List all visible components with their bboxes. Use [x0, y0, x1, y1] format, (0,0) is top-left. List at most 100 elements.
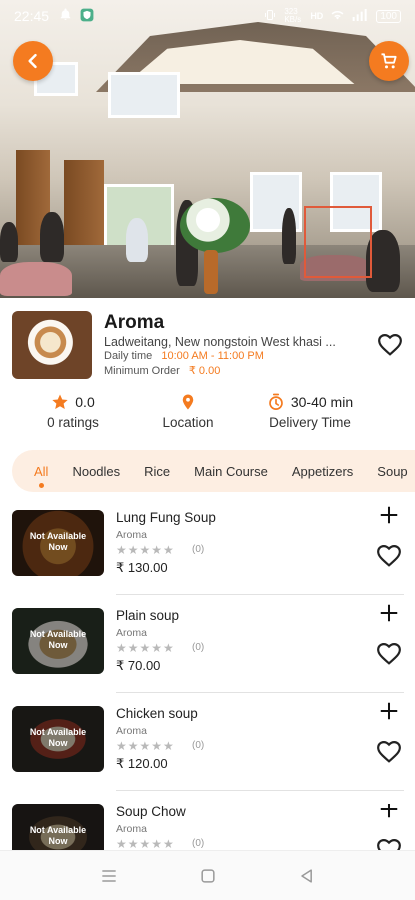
location-pin-icon — [182, 394, 194, 410]
chevron-left-icon — [28, 53, 37, 69]
rating-count: (0) — [192, 544, 205, 555]
person — [282, 208, 296, 264]
menu-item-restaurant: Aroma — [116, 627, 147, 639]
cart-icon — [381, 53, 397, 69]
vase — [204, 250, 218, 294]
location-label: Location — [162, 415, 214, 430]
menu-item-price: ₹ 130.00 — [116, 560, 168, 575]
highlight-box — [304, 206, 372, 278]
rating-count: (0) — [192, 838, 205, 849]
flower-bouquet — [180, 198, 250, 253]
menu-item-name: Lung Fung Soup — [116, 510, 216, 525]
delivery-time-label: Delivery Time — [269, 415, 351, 430]
tab-rice[interactable]: Rice — [144, 464, 170, 479]
menu-icon[interactable] — [99, 866, 119, 886]
menu-item-name: Chicken soup — [116, 706, 198, 721]
notification-bell-icon — [59, 8, 72, 24]
menu-item-image: Not Available Now — [12, 706, 104, 772]
tab-label: Noodles — [72, 463, 121, 479]
menu-item-restaurant: Aroma — [116, 725, 147, 737]
add-to-cart-plus-icon[interactable] — [378, 700, 400, 722]
not-available-label: Not Available Now — [29, 531, 87, 552]
tab-label: Soup — [377, 463, 408, 479]
menu-item[interactable]: Not Available Now Plain soup Aroma ★★★★★ … — [0, 604, 415, 706]
cart-button[interactable] — [369, 41, 409, 81]
not-available-label: Not Available Now — [29, 825, 87, 846]
network-speed: 323 KB/s — [284, 7, 302, 24]
min-order-value: ₹ 0.00 — [188, 365, 221, 377]
delivery-time-value: 30-40 min — [290, 394, 354, 410]
not-available-label: Not Available Now — [29, 727, 87, 748]
menu-item-price: ₹ 70.00 — [116, 658, 161, 673]
daily-time-value: 10:00 AM - 11:00 PM — [161, 350, 264, 362]
tab-noodles[interactable]: Noodles — [72, 464, 120, 479]
delivery-stat: 30-40 min Delivery Time — [262, 392, 358, 430]
tab-main-course[interactable]: Main Course — [194, 464, 268, 479]
table — [0, 262, 72, 296]
min-order-label: Minimum Order — [104, 365, 180, 377]
restaurant-name: Aroma — [104, 312, 165, 333]
tab-label: All — [34, 463, 49, 479]
rating-stars: ★★★★★ — [116, 837, 175, 850]
tab-all[interactable]: All — [34, 463, 49, 488]
menu-item[interactable]: Not Available Now Soup Chow Aroma ★★★★★ (… — [0, 804, 415, 850]
favorite-heart-icon[interactable] — [376, 641, 402, 665]
min-order-row: Minimum Order ₹ 0.00 — [104, 364, 220, 377]
active-tab-indicator — [38, 482, 44, 488]
restaurant-address: Ladweitang, New nongstoin West khasi ... — [104, 335, 336, 349]
status-right-group: 323 KB/s HD 100 — [264, 8, 401, 24]
tab-label: Rice — [144, 463, 171, 479]
favorite-heart-icon[interactable] — [376, 739, 402, 763]
rating-stat: 0.0 0 ratings — [38, 392, 108, 430]
menu-item-restaurant: Aroma — [116, 823, 147, 835]
person — [40, 212, 64, 262]
window — [108, 72, 180, 118]
favorite-restaurant-heart-icon[interactable] — [377, 332, 403, 356]
rating-value: 0.0 — [75, 394, 95, 410]
add-to-cart-plus-icon[interactable] — [378, 804, 400, 820]
wifi-icon — [331, 9, 344, 24]
add-to-cart-plus-icon[interactable] — [378, 504, 400, 526]
battery-icon: 100 — [376, 9, 401, 23]
menu-item-name: Plain soup — [116, 608, 180, 623]
back-button[interactable] — [13, 41, 53, 81]
rating-count: (0) — [192, 642, 205, 653]
favorite-heart-icon[interactable] — [376, 837, 402, 850]
shield-app-icon — [80, 8, 94, 25]
tab-appetizers[interactable]: Appetizers — [292, 464, 353, 479]
tab-label: Main Course — [194, 463, 268, 479]
menu-item-image: Not Available Now — [12, 608, 104, 674]
tab-soup[interactable]: Soup — [377, 464, 407, 479]
home-square-icon[interactable] — [198, 866, 218, 886]
star-icon — [52, 394, 68, 409]
rating-count: (0) — [192, 740, 205, 751]
timer-icon — [269, 393, 283, 410]
menu-item[interactable]: Not Available Now Lung Fung Soup Aroma ★★… — [0, 506, 415, 608]
status-bar: 22:45 323 KB/s HD 100 — [0, 0, 415, 32]
rating-stars: ★★★★★ — [116, 739, 175, 753]
not-available-label: Not Available Now — [29, 629, 87, 650]
person — [126, 218, 148, 262]
status-time: 22:45 — [14, 8, 50, 24]
tab-label: Appetizers — [291, 463, 354, 479]
divider — [116, 790, 404, 791]
menu-item[interactable]: Not Available Now Chicken soup Aroma ★★★★… — [0, 702, 415, 804]
add-to-cart-plus-icon[interactable] — [378, 602, 400, 624]
back-triangle-icon[interactable] — [297, 866, 317, 886]
restaurant-stats: 0.0 0 ratings Location 30-40 min Deliver… — [0, 392, 415, 436]
rating-count: 0 ratings — [47, 415, 99, 430]
category-tabs: All Noodles Rice Main Course Appetizers … — [12, 450, 415, 492]
vibrate-icon — [264, 9, 276, 24]
restaurant-logo — [12, 311, 92, 379]
menu-item-restaurant: Aroma — [116, 529, 147, 541]
divider — [116, 594, 404, 595]
rating-stars: ★★★★★ — [116, 641, 175, 655]
daily-time-row: Daily time 10:00 AM - 11:00 PM — [104, 350, 264, 362]
location-stat[interactable]: Location — [150, 392, 226, 430]
menu-item-name: Soup Chow — [116, 804, 186, 819]
rating-stars: ★★★★★ — [116, 543, 175, 557]
menu-item-price: ₹ 120.00 — [116, 756, 168, 771]
system-navigation-bar — [0, 850, 415, 900]
signal-icon — [352, 8, 368, 24]
favorite-heart-icon[interactable] — [376, 543, 402, 567]
